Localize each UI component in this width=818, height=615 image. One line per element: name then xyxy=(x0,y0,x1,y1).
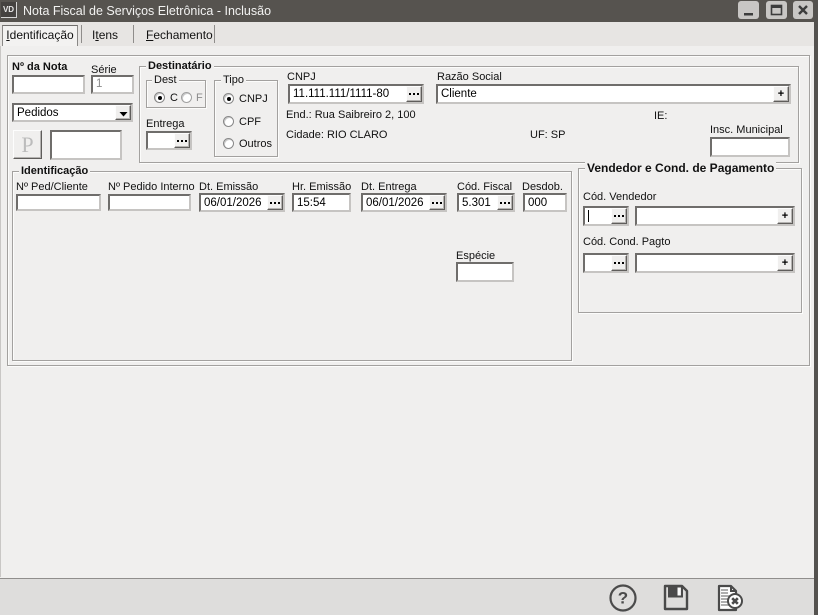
svg-text:?: ? xyxy=(618,589,628,608)
